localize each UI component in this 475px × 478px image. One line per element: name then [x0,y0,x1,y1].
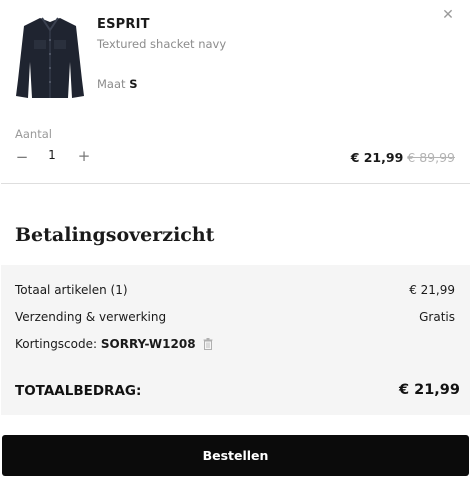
close-icon[interactable]: ✕ [439,6,457,24]
product-image [16,17,84,98]
size-value: S [129,77,138,91]
quantity-value[interactable]: 1 [44,148,60,162]
discount-row: Kortingscode: SORRY-W1208 [15,337,213,351]
trash-icon[interactable] [203,338,213,350]
product-brand: ESPRIT [97,17,150,32]
summary-title: Betalingsoverzicht [15,224,215,246]
price-current: € 21,99 [350,150,404,165]
summary-items-label: Totaal artikelen (1) [15,283,128,297]
summary-items-value: € 21,99 [409,283,455,297]
product-name: Textured shacket navy [97,37,227,51]
order-button[interactable]: Bestellen [2,435,469,476]
price-original: € 89,99 [407,150,455,165]
item-price: € 21,99 € 89,99 [351,150,455,165]
summary-shipping-label: Verzending & verwerking [15,310,167,324]
plus-icon[interactable]: + [77,147,91,165]
summary-shipping-value: Gratis [419,310,455,324]
divider [1,183,470,184]
size-label: Maat [97,77,126,91]
discount-code: SORRY-W1208 [100,337,196,351]
total-value: € 21,99 [398,382,460,398]
discount-label: Kortingscode: [15,337,98,351]
total-label: TOTAALBEDRAG: [15,383,142,399]
product-size: Maat S [97,77,137,91]
minus-icon[interactable]: − [15,148,29,166]
quantity-label: Aantal [15,127,52,141]
